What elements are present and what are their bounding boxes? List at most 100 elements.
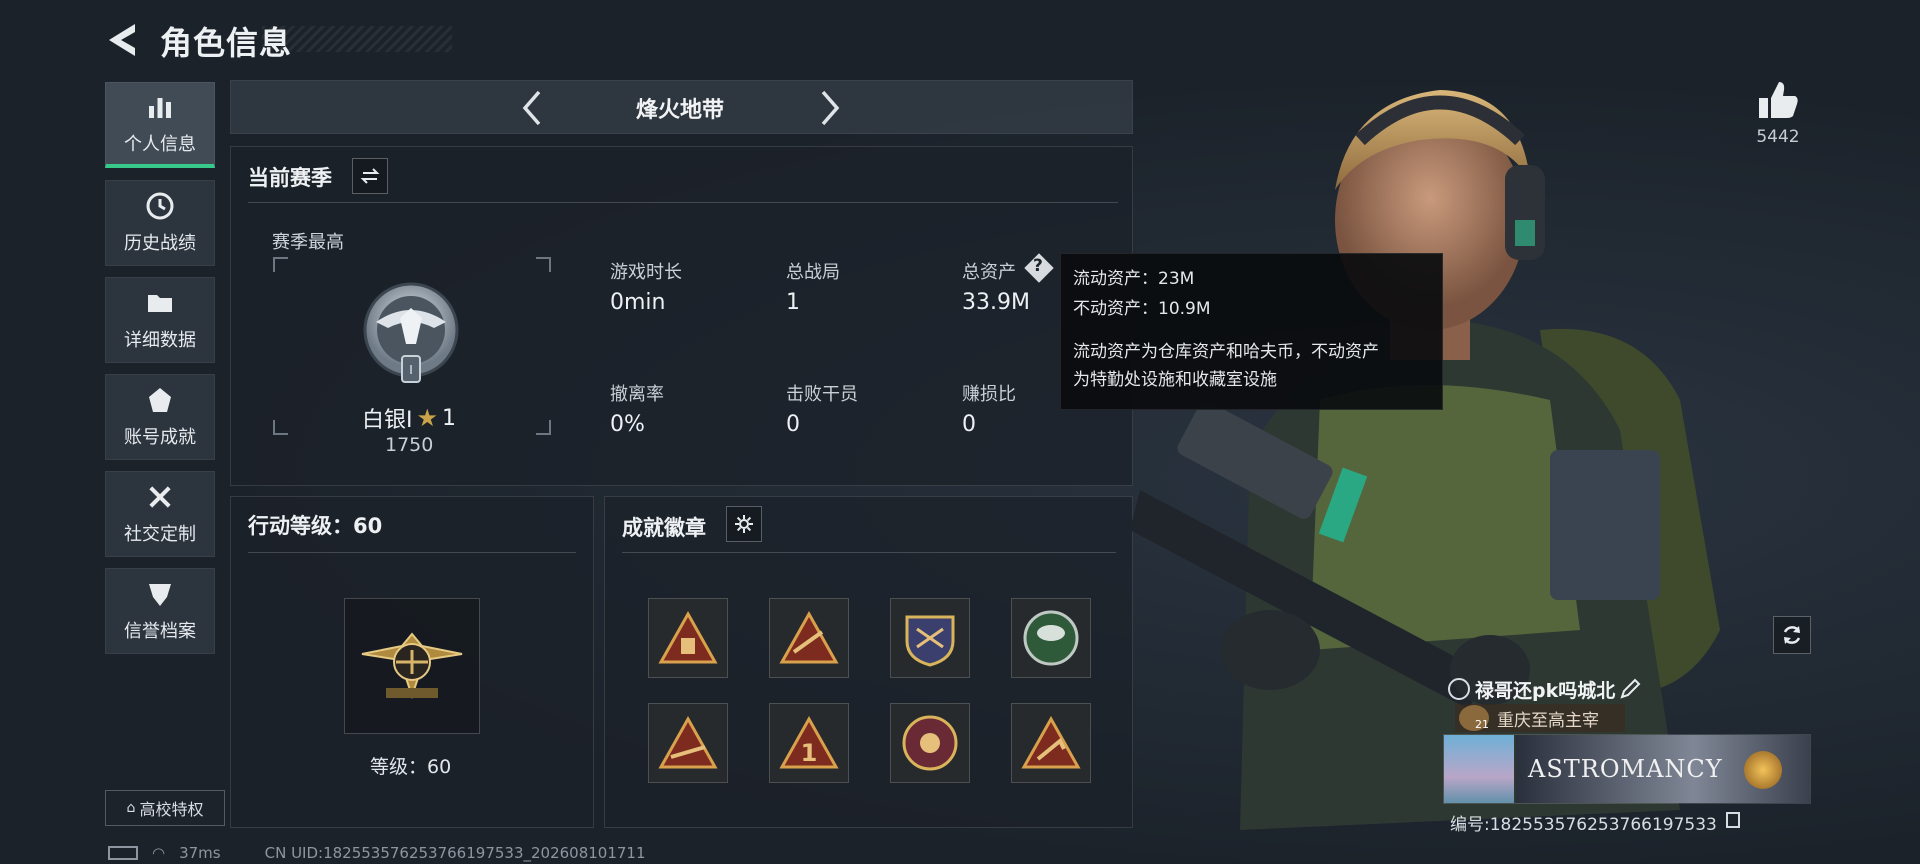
stat-value-matches: 1	[786, 290, 800, 315]
refresh-button[interactable]	[1773, 616, 1811, 654]
leaf-icon	[1448, 678, 1470, 700]
bar-chart-icon	[149, 97, 171, 118]
badge-item[interactable]	[648, 598, 728, 678]
wifi-icon: ◠	[152, 844, 166, 862]
region-title: 重庆至高主宰	[1497, 710, 1599, 731]
level-emblem-icon	[361, 632, 463, 700]
region-level: 21	[1475, 718, 1489, 731]
title-decoration	[262, 26, 452, 52]
tooltip-liquid-assets: 流动资产：23M	[1073, 269, 1195, 289]
stat-value-kills: 0	[786, 412, 800, 437]
level-label: 等级：60	[370, 756, 452, 778]
stat-value-extract-rate: 0%	[610, 412, 645, 437]
campus-privilege-button[interactable]: ⌂ 高校特权	[105, 790, 225, 826]
badge-item[interactable]	[769, 598, 849, 678]
badge-gun-icon	[658, 715, 718, 769]
divider	[248, 552, 576, 553]
name-card-banner[interactable]: ASTROMANCY	[1443, 734, 1811, 804]
sidebar-item-label: 详细数据	[124, 330, 196, 351]
rank-emblem-icon: I	[363, 282, 459, 383]
action-level-title: 行动等级：60	[248, 514, 383, 538]
sidebar-item-details[interactable]: 详细数据	[105, 277, 215, 363]
card-planet-icon	[1744, 751, 1782, 789]
sidebar-item-personal-info[interactable]: 个人信息	[105, 82, 215, 168]
badge-settings-button[interactable]	[726, 506, 762, 542]
uid-line: CN UID:182553576253766197533_20260810171…	[264, 844, 646, 862]
sidebar-item-achievements[interactable]: 账号成就	[105, 374, 215, 460]
badge-rifle-icon	[779, 610, 839, 664]
switch-season-button[interactable]	[352, 158, 388, 194]
tools-icon	[149, 486, 171, 508]
status-bar: ◠ 37ms CN UID:182553576253766197533_2026…	[108, 844, 646, 862]
badge-item[interactable]	[1011, 703, 1091, 783]
badge-crest-icon	[905, 615, 955, 667]
stat-label-assets: 总资产	[962, 262, 1016, 283]
rank-name-row: 白银I ★ 1	[362, 402, 456, 434]
shield-icon	[149, 584, 171, 606]
stat-label-profit-ratio: 赚损比	[962, 384, 1016, 405]
like-count: 5442	[1756, 127, 1800, 147]
tooltip-description-line1: 流动资产为仓库资产和哈夫币，不动资产	[1073, 342, 1379, 362]
refresh-icon	[1783, 626, 1801, 644]
badges-title: 成就徽章	[622, 516, 706, 540]
sidebar-item-label: 信誉档案	[124, 621, 196, 642]
sidebar-item-reputation[interactable]: 信誉档案	[105, 568, 215, 654]
stat-value-playtime: 0min	[610, 290, 666, 315]
sidebar-item-label: 社交定制	[124, 524, 196, 545]
badge-triangle-icon	[658, 610, 718, 664]
sidebar-item-social[interactable]: 社交定制	[105, 471, 215, 557]
season-title: 当前赛季	[248, 166, 332, 190]
badge-soldier-icon	[1023, 610, 1079, 666]
star-icon: ★	[416, 404, 439, 432]
thumbs-up-icon[interactable]	[1755, 78, 1801, 124]
tooltip-description-line2: 为特勤处设施和收藏室设施	[1073, 370, 1277, 390]
badge-hand-icon	[1021, 715, 1081, 769]
rank-stars: 1	[442, 405, 457, 431]
badge-item[interactable]	[1011, 598, 1091, 678]
stat-value-profit-ratio: 0	[962, 412, 976, 437]
copy-icon[interactable]	[1726, 812, 1740, 828]
back-arrow-icon[interactable]	[105, 20, 141, 60]
swap-icon	[360, 168, 380, 184]
rank-score: 1750	[385, 434, 434, 456]
level-emblem-frame	[344, 598, 480, 734]
clock-icon	[146, 192, 174, 220]
tooltip-fixed-assets: 不动资产：10.9M	[1073, 299, 1211, 319]
season-highest-label: 赛季最高	[272, 232, 344, 253]
player-nickname: 禄哥还pk吗城北	[1475, 680, 1616, 702]
folder-icon	[148, 295, 172, 312]
badge-item[interactable]	[890, 598, 970, 678]
stat-value-assets: 33.9M	[962, 290, 1030, 315]
sidebar-item-label: 个人信息	[124, 133, 196, 155]
campus-icon: ⌂	[126, 800, 136, 816]
chevron-left-icon[interactable]	[517, 88, 547, 128]
assets-tooltip: 流动资产：23M 不动资产：10.9M 流动资产为仓库资产和哈夫币，不动资产 为…	[1060, 253, 1443, 410]
badge-number-one-icon: 1	[779, 715, 839, 769]
region-emblem-icon: 21	[1459, 705, 1489, 731]
sidebar-item-history[interactable]: 历史战绩	[105, 180, 215, 266]
rank-name: 白银I	[362, 408, 413, 433]
mode-name: 烽火地带	[635, 98, 724, 123]
badge-item[interactable]	[890, 703, 970, 783]
gear-icon	[735, 515, 753, 533]
sidebar-item-label: 账号成就	[124, 427, 196, 448]
stat-label-matches: 总战局	[786, 262, 840, 283]
ping-value: 37ms	[179, 844, 221, 862]
achievement-icon	[149, 388, 171, 412]
edit-pencil-icon[interactable]	[1618, 677, 1642, 701]
divider	[622, 552, 1116, 553]
chevron-right-icon[interactable]	[815, 88, 845, 128]
sidebar-item-label: 历史战绩	[124, 233, 196, 254]
divider	[248, 202, 1118, 203]
campus-label: 高校特权	[139, 800, 204, 819]
badge-sun-emblem-icon	[902, 715, 958, 771]
battery-icon	[108, 846, 138, 860]
svg-text:1: 1	[801, 739, 818, 767]
card-sky-image	[1444, 735, 1514, 803]
badge-item[interactable]: 1	[769, 703, 849, 783]
stat-label-playtime: 游戏时长	[610, 262, 682, 283]
badge-item[interactable]	[648, 703, 728, 783]
region-title-tag: 21 重庆至高主宰	[1455, 704, 1625, 732]
svg-text:I: I	[409, 363, 413, 377]
player-id: 编号:182553576253766197533	[1450, 815, 1717, 835]
